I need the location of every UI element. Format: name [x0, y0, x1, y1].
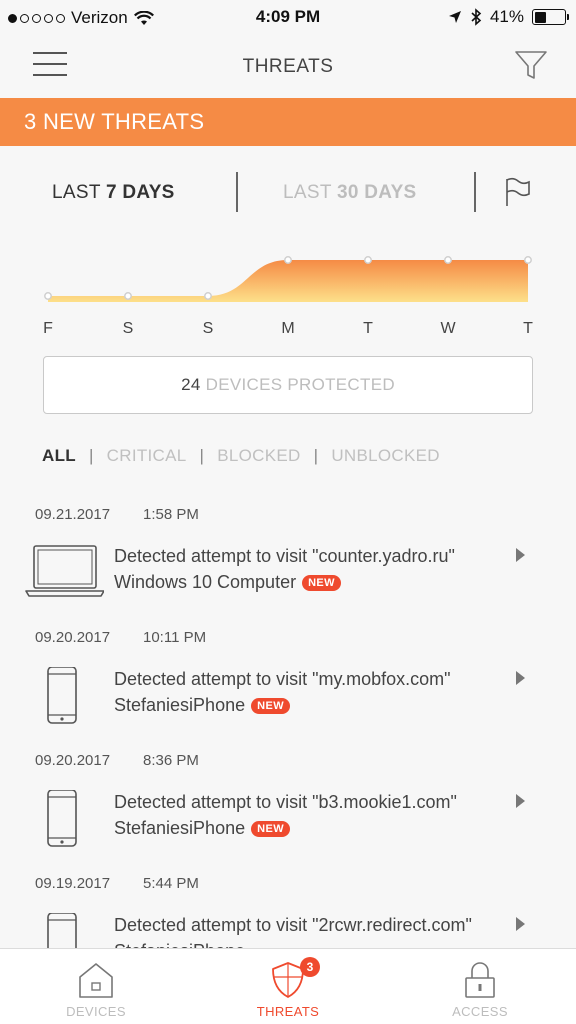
chart-point — [444, 256, 452, 264]
chevron-right-icon — [516, 548, 525, 562]
tab-bar: DEVICES 3 THREATS ACCESS — [0, 948, 576, 1024]
separator: | — [199, 446, 205, 465]
battery-icon — [532, 9, 569, 25]
hamburger-icon — [33, 52, 67, 54]
new-badge: NEW — [251, 820, 290, 837]
chart-area — [48, 260, 528, 302]
home-icon — [79, 963, 113, 998]
threat-date: 09.20.2017 — [35, 629, 111, 646]
phone-icon — [47, 667, 77, 724]
tab-last-7-days[interactable]: LAST 7 DAYS — [52, 182, 175, 204]
x-tick-label: M — [281, 320, 294, 337]
status-right: 41% — [448, 7, 569, 27]
status-bar: Verizon 4:09 PM 41% — [0, 0, 576, 36]
x-tick-label: F — [43, 320, 53, 337]
threat-item[interactable]: 09.19.2017 5:44 PM Detected attempt to v… — [0, 867, 576, 950]
threat-filters: ALL | CRITICAL | BLOCKED | UNBLOCKED — [42, 446, 440, 466]
threat-title: Detected attempt to visit "my.mobfox.com… — [114, 669, 451, 689]
phone-icon — [47, 913, 77, 950]
threat-date: 09.20.2017 — [35, 752, 111, 769]
threat-time: 8:36 PM — [143, 752, 199, 769]
filter-all[interactable]: ALL — [42, 446, 76, 466]
separator: | — [88, 446, 94, 465]
threat-item[interactable]: 09.20.2017 10:11 PM Detected attempt to … — [0, 621, 576, 744]
devices-label: DEVICES PROTECTED — [200, 375, 395, 394]
separator: | — [313, 446, 319, 465]
chart-point — [364, 256, 372, 264]
threat-date: 09.19.2017 — [35, 875, 111, 892]
threat-item[interactable]: 09.21.2017 1:58 PM Detected attempt to v… — [0, 498, 576, 621]
filter-unblocked[interactable]: UNBLOCKED — [331, 446, 440, 466]
new-badge: NEW — [302, 574, 341, 591]
threat-date: 09.21.2017 — [35, 506, 111, 523]
device-name: Windows 10 Computer — [114, 572, 297, 592]
tab-label: DEVICES — [66, 1004, 126, 1019]
chart-point — [284, 256, 292, 264]
threat-device: Windows 10 Computer NEW — [114, 572, 341, 593]
new-threats-banner[interactable]: 3 NEW THREATS — [0, 98, 576, 146]
phone-icon — [47, 790, 77, 847]
filter-critical[interactable]: CRITICAL — [107, 446, 187, 466]
tab-devices[interactable]: DEVICES — [0, 949, 192, 1024]
range-selector: LAST 7 DAYS LAST 30 DAYS — [0, 168, 576, 218]
device-name: StefaniesiPhone — [114, 695, 246, 715]
new-badge: NEW — [251, 697, 290, 714]
divider — [474, 172, 476, 212]
lock-icon — [465, 962, 495, 998]
tab-last-30-days[interactable]: LAST 30 DAYS — [283, 182, 417, 204]
tab-label: THREATS — [256, 1004, 320, 1019]
chevron-right-icon — [516, 917, 525, 931]
threat-time: 10:11 PM — [143, 629, 207, 646]
page-title: THREATS — [242, 56, 334, 77]
devices-protected-button[interactable]: 24 DEVICES PROTECTED — [43, 356, 533, 414]
chevron-right-icon — [516, 794, 525, 808]
battery-percent: 41% — [489, 7, 524, 26]
tab-label: ACCESS — [452, 1004, 508, 1019]
x-tick-label: T — [523, 320, 533, 337]
chart-point — [124, 292, 132, 300]
threat-device: StefaniesiPhone NEW — [114, 818, 290, 839]
divider — [236, 172, 238, 212]
nav-bar: THREATS — [0, 36, 576, 98]
threat-title: Detected attempt to visit "2rcwr.redirec… — [114, 915, 472, 935]
threat-title: Detected attempt to visit "counter.yadro… — [114, 546, 455, 566]
device-name: StefaniesiPhone — [114, 818, 246, 838]
threats-count-badge: 3 — [300, 957, 320, 977]
threat-time: 1:58 PM — [143, 506, 199, 523]
laptop-icon — [25, 545, 104, 597]
devices-count: 24 — [181, 375, 201, 394]
threat-device: StefaniesiPhone NEW — [114, 695, 290, 716]
tab-threats[interactable]: 3 THREATS — [192, 949, 384, 1024]
x-tick-label: S — [203, 320, 214, 337]
x-tick-label: W — [440, 320, 456, 337]
tab-access[interactable]: ACCESS — [384, 949, 576, 1024]
chart-point — [44, 292, 52, 300]
threat-title: Detected attempt to visit "b3.mookie1.co… — [114, 792, 457, 812]
x-tick-label: T — [363, 320, 373, 337]
chart-point — [204, 292, 212, 300]
threat-list: 09.21.2017 1:58 PM Detected attempt to v… — [0, 498, 576, 950]
flag-icon[interactable] — [504, 177, 532, 207]
threats-area-chart: FSSMTWT — [43, 256, 533, 337]
threat-time: 5:44 PM — [143, 875, 199, 892]
threat-item[interactable]: 09.20.2017 8:36 PM Detected attempt to v… — [0, 744, 576, 867]
x-tick-label: S — [123, 320, 134, 337]
filter-blocked[interactable]: BLOCKED — [217, 446, 300, 466]
location-arrow-icon — [448, 11, 461, 23]
filter-icon[interactable] — [514, 48, 548, 82]
bluetooth-icon — [471, 8, 482, 26]
chart-point — [524, 256, 532, 264]
chevron-right-icon — [516, 671, 525, 685]
